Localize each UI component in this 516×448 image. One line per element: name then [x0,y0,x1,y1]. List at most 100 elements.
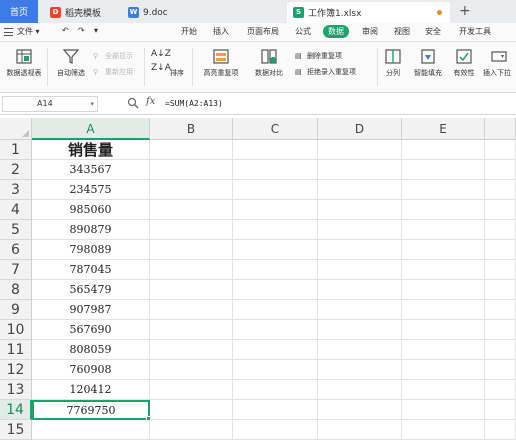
cell[interactable] [485,360,516,380]
show-all-button[interactable]: ⚲ 全部显示 [93,51,133,61]
cell[interactable] [233,380,318,400]
cell[interactable] [402,220,485,240]
pivot-table-button[interactable]: 数据透视表 [3,48,45,78]
sort-button[interactable]: 排序 [166,68,188,78]
cell[interactable] [318,320,402,340]
cell[interactable] [150,220,233,240]
new-tab-button[interactable]: + [459,3,471,19]
cell[interactable]: 343567 [32,160,150,180]
cell[interactable] [402,200,485,220]
cell[interactable] [485,140,516,160]
split-column-button[interactable]: 分列 [379,48,407,78]
cell[interactable] [318,220,402,240]
cell[interactable] [150,320,233,340]
cell[interactable] [402,300,485,320]
cell[interactable] [402,160,485,180]
reapply-button[interactable]: ⚲ 重新应用 [93,67,133,77]
selected-cell[interactable]: 7769750 [32,400,150,420]
hamburger-menu-icon[interactable] [4,28,13,36]
cell[interactable] [318,360,402,380]
cell[interactable] [402,260,485,280]
row-header-9[interactable]: 9 [0,300,32,320]
cell[interactable] [233,360,318,380]
column-header-e[interactable]: E [402,118,485,140]
cell[interactable] [150,340,233,360]
cell[interactable] [233,400,318,420]
cell[interactable] [485,180,516,200]
reject-duplicates-button[interactable]: ▤ 拒绝录入重复项 [295,67,356,77]
dropdown-icon[interactable]: ▾ [94,26,98,35]
tab-template[interactable]: D 稻壳模板 [44,2,116,23]
cell[interactable] [233,180,318,200]
row-header-12[interactable]: 12 [0,360,32,380]
cell[interactable] [318,420,402,440]
menu-home[interactable]: 开始 [181,26,197,37]
formula-input[interactable] [162,96,514,112]
menu-view[interactable]: 视图 [394,26,410,37]
row-header-15[interactable]: 15 [0,420,32,440]
cell[interactable] [318,200,402,220]
cell[interactable] [150,380,233,400]
cell[interactable] [402,420,485,440]
cell[interactable] [150,200,233,220]
cell[interactable] [485,400,516,420]
column-header-d[interactable]: D [318,118,402,140]
cell[interactable] [150,260,233,280]
cell[interactable] [485,320,516,340]
cell[interactable] [402,320,485,340]
cell[interactable] [318,280,402,300]
insert-dropdown-button[interactable]: 插入下拉 [483,48,515,78]
remove-duplicates-button[interactable]: ▤ 删除重复项 [295,51,342,61]
row-header-2[interactable]: 2 [0,160,32,180]
row-header-3[interactable]: 3 [0,180,32,200]
menu-review[interactable]: 审阅 [362,26,378,37]
cell[interactable]: 890879 [32,220,150,240]
cell[interactable] [233,160,318,180]
column-header-a[interactable]: A [32,118,150,140]
cell[interactable]: 808059 [32,340,150,360]
zoom-icon[interactable] [127,97,139,109]
cell[interactable] [150,420,233,440]
cell[interactable] [233,320,318,340]
cell[interactable] [402,360,485,380]
cell[interactable] [233,200,318,220]
row-header-13[interactable]: 13 [0,380,32,400]
cell[interactable]: 787045 [32,260,150,280]
row-header-5[interactable]: 5 [0,220,32,240]
cell[interactable] [150,160,233,180]
cell[interactable] [318,160,402,180]
name-box-dropdown-icon[interactable]: ▾ [90,97,94,111]
row-header-7[interactable]: 7 [0,260,32,280]
cell[interactable] [402,240,485,260]
cell[interactable] [150,280,233,300]
cell[interactable]: 234575 [32,180,150,200]
cell[interactable] [318,300,402,320]
cell[interactable]: 798089 [32,240,150,260]
row-header-4[interactable]: 4 [0,200,32,220]
menu-developer[interactable]: 开发工具 [459,26,491,37]
cell[interactable]: 120412 [32,380,150,400]
cell[interactable] [402,340,485,360]
cell[interactable]: 565479 [32,280,150,300]
row-header-10[interactable]: 10 [0,320,32,340]
cell[interactable] [485,380,516,400]
data-compare-button[interactable]: 数据对比 [249,48,289,78]
insert-function-button[interactable]: fx [146,96,155,107]
row-header-11[interactable]: 11 [0,340,32,360]
cell[interactable] [150,400,233,420]
cell[interactable] [485,240,516,260]
auto-filter-button[interactable]: 自动筛选 [52,48,90,78]
tab-workbook[interactable]: S 工作簿1.xlsx [287,2,450,23]
tab-doc[interactable]: W 9.doc [122,2,286,23]
column-title-cell[interactable]: 销售量 [32,140,150,160]
cell[interactable]: 760908 [32,360,150,380]
smart-fill-button[interactable]: 智能填充 [409,48,447,78]
cell[interactable] [402,400,485,420]
cell[interactable] [485,420,516,440]
cell[interactable] [150,140,233,160]
cell[interactable] [233,140,318,160]
cell[interactable] [233,340,318,360]
row-header-6[interactable]: 6 [0,240,32,260]
menu-insert[interactable]: 插入 [213,26,229,37]
cell[interactable] [233,240,318,260]
